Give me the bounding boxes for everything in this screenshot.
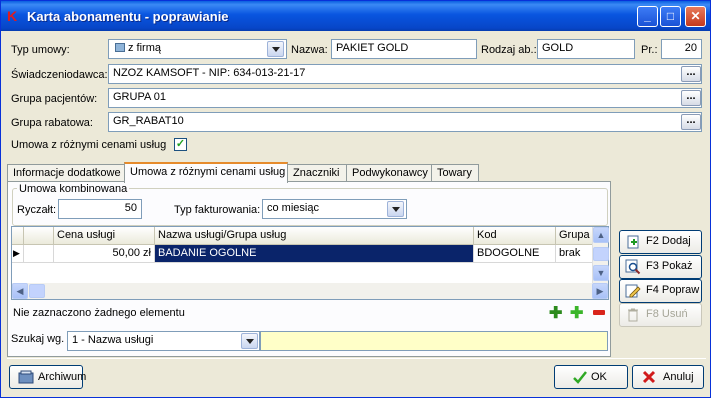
search-input[interactable] xyxy=(260,331,608,351)
edit-button-label: F4 Popraw xyxy=(646,284,700,296)
remove-icon[interactable] xyxy=(593,310,605,315)
scroll-down-icon[interactable]: ▼ xyxy=(593,265,609,281)
building-icon xyxy=(115,43,125,52)
typ-fakturowania-dropdown-button[interactable] xyxy=(387,201,404,217)
scroll-left-icon[interactable]: ◀ xyxy=(12,283,28,299)
row-indicator: ▶ xyxy=(12,245,24,263)
minimize-button[interactable]: _ xyxy=(637,6,658,27)
tab-informacje-dodatkowe[interactable]: Informacje dodatkowe xyxy=(7,164,125,182)
title-bar[interactable]: K Karta abonamentu - poprawianie _ □ ✕ xyxy=(1,1,710,31)
horizontal-scrollbar[interactable]: ◀ ▶ xyxy=(12,283,608,299)
row-indicator-header xyxy=(12,227,24,245)
col-header-kod[interactable]: Kod xyxy=(474,227,556,245)
typ-umowy-value: z firmą xyxy=(128,42,161,54)
app-logo-icon: K xyxy=(7,8,18,24)
edit-pencil-icon xyxy=(625,284,641,298)
add-icon[interactable]: ✚ xyxy=(570,303,583,323)
trash-icon xyxy=(628,308,638,322)
search-field-select[interactable]: 1 - Nazwa usługi xyxy=(67,331,260,351)
grupa-rabatowa-input[interactable]: GR_RABAT10 xyxy=(108,112,702,132)
add-group-icon[interactable]: ✚ xyxy=(549,303,562,323)
table-cell-nazwa[interactable]: BADANIE OGOLNE xyxy=(155,245,474,263)
scroll-up-icon[interactable]: ▲ xyxy=(593,227,609,243)
ryczalt-label: Ryczałt: xyxy=(17,204,57,216)
show-button-label: F3 Pokaż xyxy=(646,260,693,272)
delete-button-label: F8 Usuń xyxy=(646,308,688,320)
hscroll-thumb[interactable] xyxy=(29,284,45,298)
archiwum-label: Archiwum xyxy=(38,371,87,383)
nazwa-input[interactable]: PAKIET GOLD xyxy=(331,39,477,59)
table-cell-blank[interactable] xyxy=(24,245,54,263)
tab-towary[interactable]: Towary xyxy=(431,164,479,182)
anuluj-label: Anuluj xyxy=(663,371,694,383)
col-header-nazwa[interactable]: Nazwa usługi/Grupa usług xyxy=(155,227,474,245)
archive-icon xyxy=(18,370,34,384)
grupa-rabatowa-label: Grupa rabatowa: xyxy=(11,117,93,129)
umowa-rozne-ceny-label: Umowa z różnymi cenami usług xyxy=(11,139,167,151)
tab-podwykonawcy[interactable]: Podwykonawcy xyxy=(346,164,432,182)
vertical-scrollbar[interactable]: ▲ ▼ xyxy=(592,227,609,283)
typ-umowy-select[interactable]: z firmą xyxy=(108,39,287,59)
rodzaj-ab-input[interactable]: GOLD xyxy=(537,39,635,59)
services-table[interactable]: Cena usługi Nazwa usługi/Grupa usług Kod… xyxy=(11,226,609,300)
swiadczeniodawca-browse-button[interactable]: ... xyxy=(681,66,701,82)
typ-umowy-label: Typ umowy: xyxy=(11,44,70,56)
dialog-window: K Karta abonamentu - poprawianie _ □ ✕ T… xyxy=(0,0,711,398)
table-cell-kod[interactable]: BDOGOLNE xyxy=(474,245,556,263)
checkmark-icon xyxy=(573,371,587,384)
edit-button[interactable]: F4 Popraw xyxy=(619,279,702,303)
tab-znaczniki[interactable]: Znaczniki xyxy=(287,164,347,182)
cross-icon xyxy=(642,370,656,384)
umowa-kombinowana-title: Umowa kombinowana xyxy=(17,183,130,195)
bottom-separator xyxy=(7,358,706,359)
ryczalt-input[interactable]: 50 xyxy=(58,199,142,219)
selection-status-text: Nie zaznaczono żadnego elementu xyxy=(13,307,185,319)
scroll-right-icon[interactable]: ▶ xyxy=(592,283,608,299)
table-cell-cena[interactable]: 50,00 zł xyxy=(54,245,155,263)
tab-umowa-rozne-ceny[interactable]: Umowa z różnymi cenami usług xyxy=(124,162,288,183)
rodzaj-ab-label: Rodzaj ab.: xyxy=(481,44,537,56)
add-button[interactable]: F2 Dodaj xyxy=(619,230,702,254)
scroll-thumb[interactable] xyxy=(593,247,609,261)
nazwa-label: Nazwa: xyxy=(291,44,328,56)
delete-button[interactable]: F8 Usuń xyxy=(619,303,702,327)
ok-label: OK xyxy=(591,371,607,383)
cancel-button[interactable]: Anuluj xyxy=(632,365,704,389)
ok-button[interactable]: OK xyxy=(554,365,628,389)
col-header-cena[interactable]: Cena usługi xyxy=(54,227,155,245)
search-label: Szukaj wg. xyxy=(11,333,65,345)
archiwum-button[interactable]: Archiwum xyxy=(9,365,87,389)
add-button-label: F2 Dodaj xyxy=(646,235,691,247)
search-field-dropdown-button[interactable] xyxy=(241,333,258,349)
swiadczeniodawca-label: Świadczeniodawca: xyxy=(11,69,108,81)
grupa-pacjentow-label: Grupa pacjentów: xyxy=(11,93,98,105)
window-title: Karta abonamentu - poprawianie xyxy=(27,9,229,24)
typ-fakturowania-select[interactable]: co miesiąc xyxy=(262,199,407,219)
grupa-pacjentow-browse-button[interactable]: ... xyxy=(681,90,701,106)
add-document-icon xyxy=(627,235,639,249)
swiadczeniodawca-input[interactable]: NZOZ KAMSOFT - NIP: 634-013-21-17 xyxy=(108,64,702,84)
typ-fakturowania-label: Typ fakturowania: xyxy=(174,204,261,216)
close-button[interactable]: ✕ xyxy=(685,6,706,27)
maximize-button[interactable]: □ xyxy=(660,6,681,27)
pr-label: Pr.: xyxy=(641,44,658,56)
show-button[interactable]: F3 Pokaż xyxy=(619,255,702,279)
magnifier-icon xyxy=(625,259,641,275)
blank-header xyxy=(24,227,54,245)
grupa-pacjentow-input[interactable]: GRUPA 01 xyxy=(108,88,702,108)
table-cell-grupa[interactable]: brak xyxy=(556,245,593,263)
pr-input[interactable]: 20 xyxy=(661,39,702,59)
typ-umowy-dropdown-button[interactable] xyxy=(267,41,284,57)
grupa-rabatowa-browse-button[interactable]: ... xyxy=(681,114,701,130)
umowa-rozne-ceny-checkbox[interactable]: ✓ xyxy=(174,138,187,151)
col-header-grupa[interactable]: Grupa xyxy=(556,227,593,245)
